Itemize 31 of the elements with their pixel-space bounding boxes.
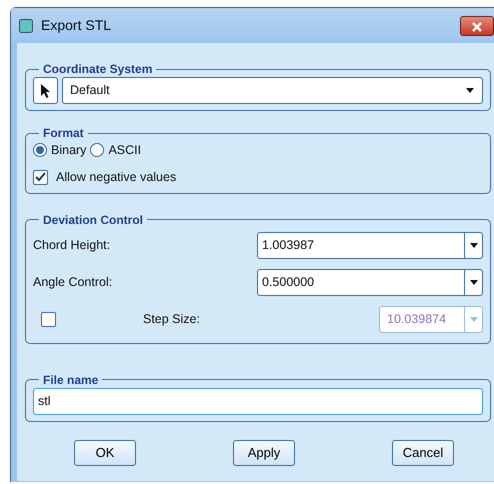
close-button[interactable] bbox=[460, 16, 494, 36]
radio-label: ASCII bbox=[108, 142, 142, 159]
checkbox-label: Allow negative values bbox=[56, 168, 176, 186]
dropdown-arrow-icon bbox=[470, 242, 478, 248]
field-label: Angle Control: bbox=[33, 274, 112, 291]
dropdown-arrow-icon bbox=[470, 280, 478, 284]
field-label: Step Size: bbox=[143, 310, 200, 328]
step-size-dropdown: 10.039874 bbox=[379, 306, 483, 332]
radio-button[interactable] bbox=[33, 143, 47, 158]
dropdown-arrow-icon bbox=[470, 316, 478, 322]
field-label: Chord Height: bbox=[33, 236, 110, 254]
value-dropdown[interactable]: 1.003987 bbox=[257, 232, 483, 258]
window-title: Export STL bbox=[41, 16, 112, 35]
coordinate-system-dropdown[interactable]: Default bbox=[62, 77, 483, 104]
dialog-button[interactable]: Apply bbox=[233, 440, 295, 466]
dialog-button[interactable]: OK bbox=[74, 440, 136, 466]
dropdown-arrow-icon bbox=[466, 88, 474, 94]
group-legend: Format bbox=[39, 125, 88, 141]
group-legend: File name bbox=[39, 372, 102, 388]
radio-label: Binary bbox=[51, 142, 86, 159]
checkbox[interactable] bbox=[33, 170, 48, 185]
value-dropdown[interactable]: 0.500000 bbox=[257, 268, 483, 296]
close-icon bbox=[471, 22, 483, 32]
dialog-button[interactable]: Cancel bbox=[392, 440, 454, 466]
pointer-icon bbox=[40, 82, 51, 98]
radio-button[interactable] bbox=[90, 143, 104, 158]
file-name-field[interactable]: stl bbox=[33, 388, 483, 414]
select-button[interactable] bbox=[33, 77, 58, 104]
group-legend: Deviation Control bbox=[39, 212, 148, 228]
group-legend: Coordinate System bbox=[39, 61, 156, 77]
app-icon bbox=[19, 18, 33, 32]
